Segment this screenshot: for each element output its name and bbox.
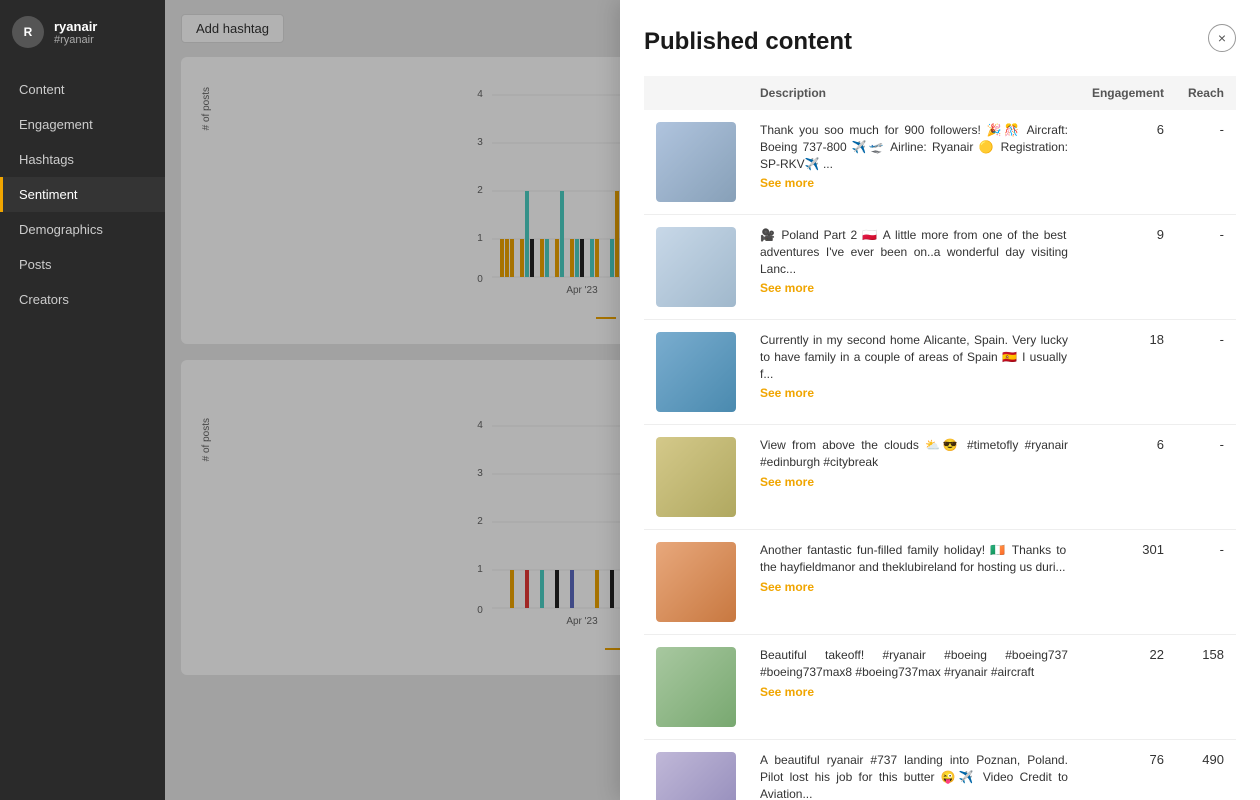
engagement-value: 76 bbox=[1080, 740, 1176, 800]
post-thumbnail bbox=[656, 542, 736, 622]
post-description-text: 🎥 Poland Part 2 🇵🇱 A little more from on… bbox=[760, 227, 1068, 277]
sidebar-item-content[interactable]: Content bbox=[0, 72, 165, 107]
reach-value: - bbox=[1176, 110, 1236, 215]
see-more-link[interactable]: See more bbox=[760, 475, 1068, 489]
post-thumbnail bbox=[656, 752, 736, 800]
brand-handle: #ryanair bbox=[54, 34, 97, 46]
see-more-link[interactable]: See more bbox=[760, 580, 1068, 594]
modal-overlay: Published content × Description Engageme… bbox=[165, 0, 1260, 800]
see-more-link[interactable]: See more bbox=[760, 281, 1068, 295]
post-thumbnail bbox=[656, 122, 736, 202]
post-thumb-cell bbox=[644, 740, 748, 800]
post-description-cell: 🎥 Poland Part 2 🇵🇱 A little more from on… bbox=[748, 215, 1080, 320]
post-thumbnail bbox=[656, 332, 736, 412]
table-row: Beautiful takeoff! #ryanair #boeing #boe… bbox=[644, 635, 1236, 740]
see-more-link[interactable]: See more bbox=[760, 176, 1068, 190]
post-description-text: View from above the clouds ⛅😎 #timetofly… bbox=[760, 437, 1068, 471]
post-description-cell: Currently in my second home Alicante, Sp… bbox=[748, 320, 1080, 425]
post-thumb-cell bbox=[644, 320, 748, 425]
modal-title: Published content bbox=[644, 28, 1236, 56]
table-row: A beautiful ryanair #737 landing into Po… bbox=[644, 740, 1236, 800]
sidebar-nav: Content Engagement Hashtags Sentiment De… bbox=[0, 72, 165, 317]
post-description-cell: A beautiful ryanair #737 landing into Po… bbox=[748, 740, 1080, 800]
engagement-value: 6 bbox=[1080, 110, 1176, 215]
sidebar-item-posts[interactable]: Posts bbox=[0, 247, 165, 282]
post-thumb-cell bbox=[644, 110, 748, 215]
table-row: View from above the clouds ⛅😎 #timetofly… bbox=[644, 425, 1236, 530]
modal-panel: Published content × Description Engageme… bbox=[620, 0, 1260, 800]
sidebar: R ryanair #ryanair Content Engagement Ha… bbox=[0, 0, 165, 800]
modal-close-button[interactable]: × bbox=[1208, 24, 1236, 52]
reach-value: - bbox=[1176, 320, 1236, 425]
col-header-description: Description bbox=[748, 76, 1080, 110]
post-description-cell: Beautiful takeoff! #ryanair #boeing #boe… bbox=[748, 635, 1080, 740]
content-table: Description Engagement Reach Thank you s… bbox=[644, 76, 1236, 800]
see-more-link[interactable]: See more bbox=[760, 685, 1068, 699]
post-description-cell: Thank you soo much for 900 followers! 🎉🎊… bbox=[748, 110, 1080, 215]
main-area: Add hashtag # of posts 4 3 2 1 0 bbox=[165, 0, 1260, 800]
reach-value: 158 bbox=[1176, 635, 1236, 740]
col-header-reach: Reach bbox=[1176, 76, 1236, 110]
post-thumb-cell bbox=[644, 215, 748, 320]
sidebar-item-hashtags[interactable]: Hashtags bbox=[0, 142, 165, 177]
avatar: R bbox=[12, 16, 44, 48]
post-thumbnail bbox=[656, 227, 736, 307]
table-row: Thank you soo much for 900 followers! 🎉🎊… bbox=[644, 110, 1236, 215]
col-header-engagement: Engagement bbox=[1080, 76, 1176, 110]
post-description-cell: View from above the clouds ⛅😎 #timetofly… bbox=[748, 425, 1080, 530]
col-header-thumb bbox=[644, 76, 748, 110]
sidebar-item-sentiment[interactable]: Sentiment bbox=[0, 177, 165, 212]
brand-info: ryanair #ryanair bbox=[54, 19, 97, 46]
sidebar-item-engagement[interactable]: Engagement bbox=[0, 107, 165, 142]
brand-name: ryanair bbox=[54, 19, 97, 34]
see-more-link[interactable]: See more bbox=[760, 386, 1068, 400]
post-thumbnail bbox=[656, 647, 736, 727]
engagement-value: 6 bbox=[1080, 425, 1176, 530]
post-thumb-cell bbox=[644, 425, 748, 530]
post-description-text: Currently in my second home Alicante, Sp… bbox=[760, 332, 1068, 382]
reach-value: - bbox=[1176, 530, 1236, 635]
post-description-text: A beautiful ryanair #737 landing into Po… bbox=[760, 752, 1068, 800]
engagement-value: 18 bbox=[1080, 320, 1176, 425]
post-thumb-cell bbox=[644, 635, 748, 740]
sidebar-item-demographics[interactable]: Demographics bbox=[0, 212, 165, 247]
post-description-text: Beautiful takeoff! #ryanair #boeing #boe… bbox=[760, 647, 1068, 681]
table-row: Currently in my second home Alicante, Sp… bbox=[644, 320, 1236, 425]
post-description-text: Thank you soo much for 900 followers! 🎉🎊… bbox=[760, 122, 1068, 172]
reach-value: - bbox=[1176, 215, 1236, 320]
engagement-value: 22 bbox=[1080, 635, 1176, 740]
reach-value: - bbox=[1176, 425, 1236, 530]
sidebar-item-creators[interactable]: Creators bbox=[0, 282, 165, 317]
post-description-cell: Another fantastic fun-filled family holi… bbox=[748, 530, 1080, 635]
table-row: Another fantastic fun-filled family holi… bbox=[644, 530, 1236, 635]
sidebar-header: R ryanair #ryanair bbox=[0, 0, 165, 64]
post-description-text: Another fantastic fun-filled family holi… bbox=[760, 542, 1068, 576]
reach-value: 490 bbox=[1176, 740, 1236, 800]
post-thumb-cell bbox=[644, 530, 748, 635]
engagement-value: 301 bbox=[1080, 530, 1176, 635]
post-thumbnail bbox=[656, 437, 736, 517]
table-row: 🎥 Poland Part 2 🇵🇱 A little more from on… bbox=[644, 215, 1236, 320]
engagement-value: 9 bbox=[1080, 215, 1176, 320]
